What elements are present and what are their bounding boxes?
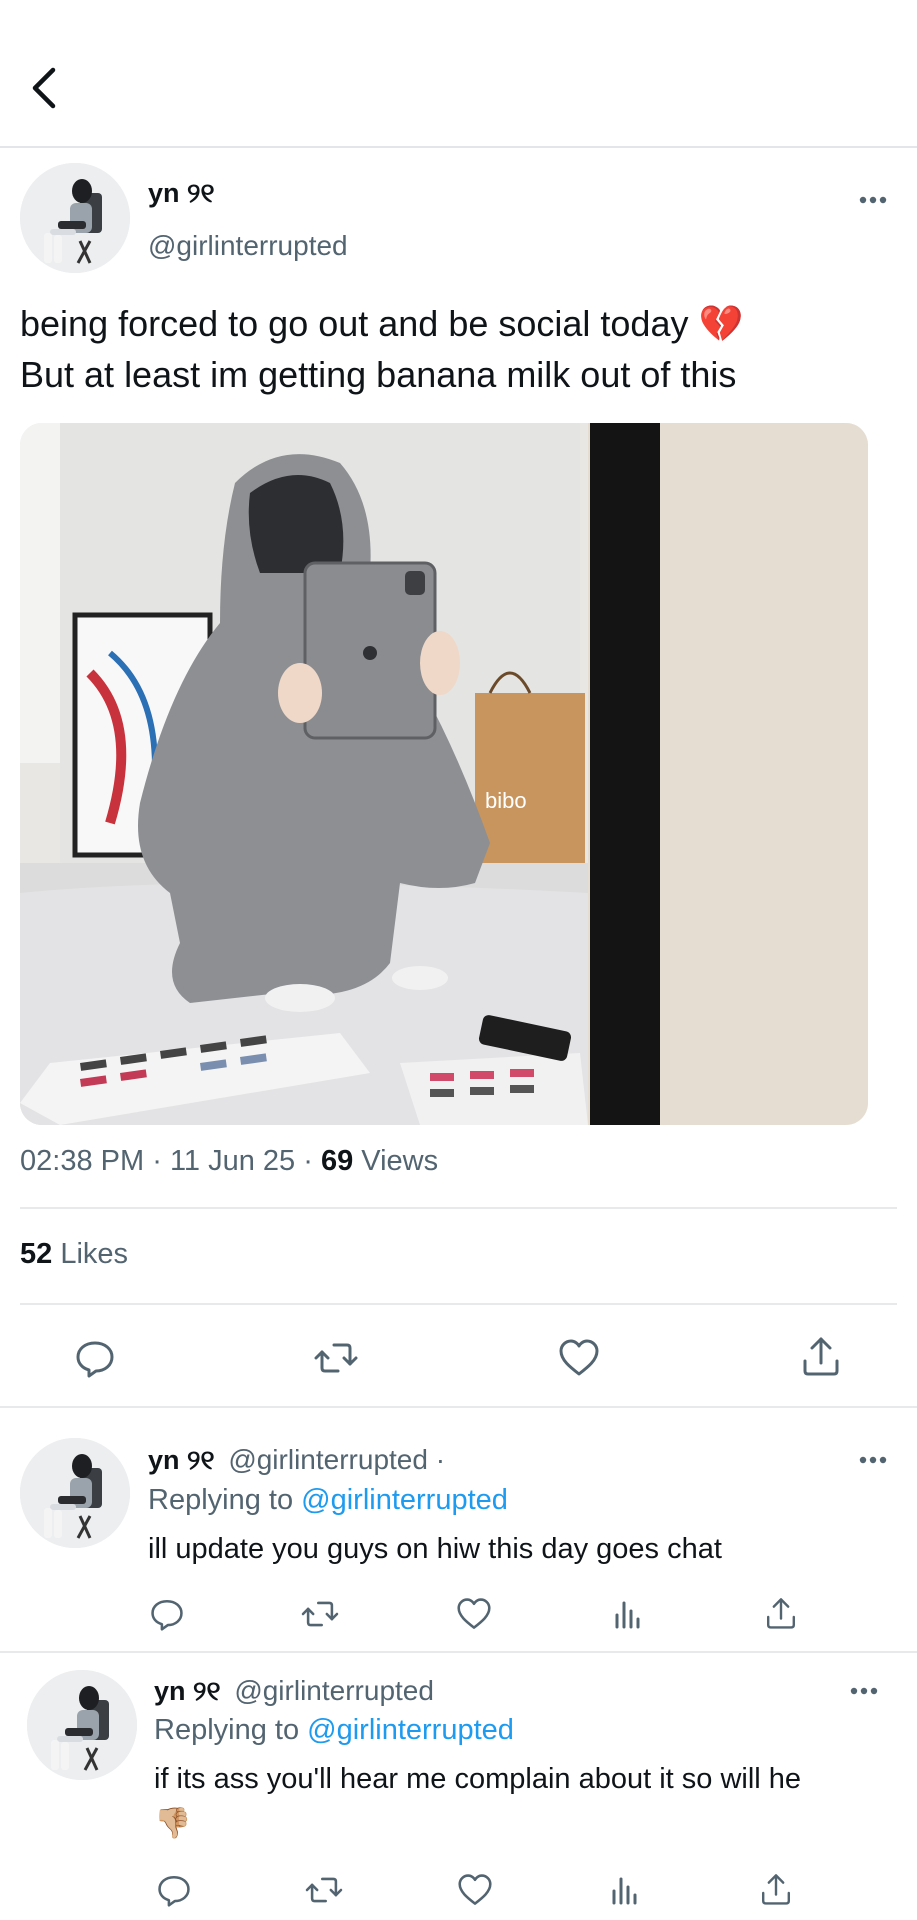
handle[interactable]: @girlinterrupted xyxy=(148,230,348,262)
retweet-icon xyxy=(301,1601,339,1627)
retweet-button[interactable] xyxy=(300,1594,340,1634)
reply-text: ill update you guys on hiw this day goes… xyxy=(148,1533,722,1565)
share-icon xyxy=(767,1598,795,1629)
replying-to: Replying to @girlinterrupted xyxy=(154,1714,514,1747)
thumbs-down-emoji: 👎🏼 xyxy=(154,1807,192,1840)
meta-separator: · xyxy=(303,1145,313,1177)
like-icon xyxy=(559,1339,599,1376)
likes-label: Likes xyxy=(60,1238,129,1270)
share-button[interactable] xyxy=(761,1593,801,1633)
retweet-icon xyxy=(314,1343,358,1373)
tweet-photo[interactable]: bibo xyxy=(20,423,868,1125)
more-button[interactable] xyxy=(842,1679,886,1703)
reply-icon xyxy=(151,1599,183,1631)
tweet-text-line1: being forced to go out and be social tod… xyxy=(20,303,744,344)
reply-button[interactable] xyxy=(72,1335,118,1381)
tweet-text-line2: But at least im getting banana milk out … xyxy=(20,354,737,395)
reply-button[interactable] xyxy=(154,1870,194,1910)
handle[interactable]: @girlinterrupted · xyxy=(228,1444,445,1475)
top-bar xyxy=(0,0,917,148)
tweet-text: being forced to go out and be social tod… xyxy=(20,298,900,400)
meta-separator: · xyxy=(152,1145,162,1177)
divider xyxy=(20,1303,897,1305)
avatar[interactable] xyxy=(20,1438,130,1548)
bag-logo-text: bibo xyxy=(485,788,527,813)
replying-to: Replying to @girlinterrupted xyxy=(148,1484,508,1517)
reply-icon xyxy=(76,1341,114,1378)
replying-to-link[interactable]: @girlinterrupted xyxy=(301,1484,508,1516)
reply-text: if its ass you'll hear me complain about… xyxy=(154,1763,802,1795)
like-icon xyxy=(457,1598,491,1629)
more-icon xyxy=(859,196,887,204)
more-icon xyxy=(859,1456,887,1464)
display-name[interactable]: yn ୨୧ xyxy=(154,1676,221,1706)
reply-header: yn ୨୧ @girlinterrupted · xyxy=(148,1444,445,1477)
handle[interactable]: @girlinterrupted xyxy=(234,1675,434,1706)
display-name[interactable]: yn ୨୧ xyxy=(148,178,215,210)
avatar[interactable] xyxy=(20,163,130,273)
replying-to-link[interactable]: @girlinterrupted xyxy=(307,1714,514,1746)
share-button[interactable] xyxy=(798,1333,844,1379)
reply-button[interactable] xyxy=(147,1594,187,1634)
views-button[interactable] xyxy=(608,1594,648,1634)
tweet-meta: 02:38 PM · 11 Jun 25 · 69 Views xyxy=(20,1145,438,1178)
divider xyxy=(20,1207,897,1209)
share-icon xyxy=(803,1337,839,1376)
share-icon xyxy=(762,1874,790,1905)
more-icon xyxy=(850,1687,878,1695)
avatar[interactable] xyxy=(27,1670,137,1780)
views-icon xyxy=(612,1877,637,1905)
replying-prefix: Replying to xyxy=(154,1714,300,1746)
views-button[interactable] xyxy=(605,1870,645,1910)
divider xyxy=(0,1651,917,1653)
views-icon xyxy=(615,1601,640,1629)
more-button[interactable] xyxy=(851,1448,895,1472)
reply-icon xyxy=(158,1875,190,1907)
more-button[interactable] xyxy=(851,188,895,212)
views-count: 69 xyxy=(320,1145,354,1177)
likes-count: 52 xyxy=(20,1238,53,1270)
display-name[interactable]: yn ୨୧ xyxy=(148,1445,215,1475)
like-button[interactable] xyxy=(455,1870,495,1910)
divider xyxy=(0,1406,917,1408)
retweet-icon xyxy=(305,1877,343,1903)
retweet-button[interactable] xyxy=(313,1335,359,1381)
like-button[interactable] xyxy=(454,1594,494,1634)
tweet-date: 11 Jun 25 xyxy=(169,1145,296,1177)
share-button[interactable] xyxy=(756,1869,796,1909)
reply-header: yn ୨୧ @girlinterrupted xyxy=(154,1675,434,1708)
tweet-time: 02:38 PM xyxy=(20,1145,145,1177)
views-label: Views xyxy=(361,1145,439,1177)
replying-prefix: Replying to xyxy=(148,1484,294,1516)
likes-stat[interactable]: 52 Likes xyxy=(20,1238,128,1271)
like-button[interactable] xyxy=(556,1335,602,1381)
retweet-button[interactable] xyxy=(304,1870,344,1910)
like-icon xyxy=(458,1874,492,1905)
back-button[interactable] xyxy=(24,58,64,118)
chevron-left-icon xyxy=(32,67,56,109)
